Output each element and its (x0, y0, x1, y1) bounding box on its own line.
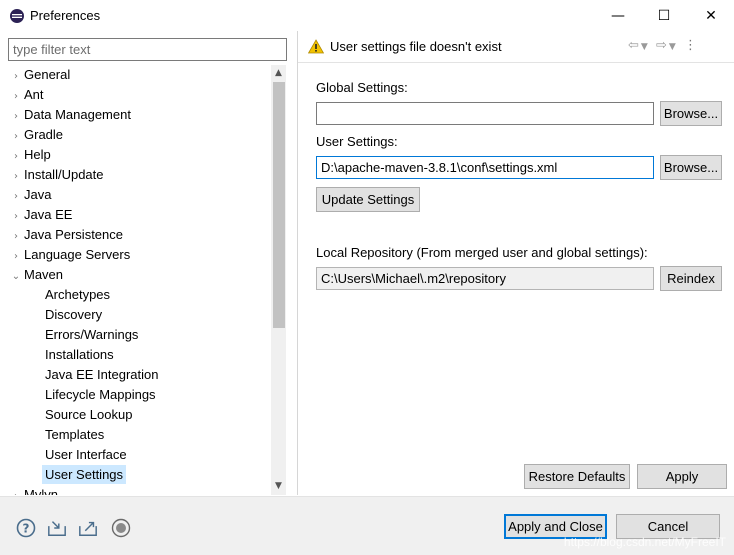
chevron-right-icon[interactable]: › (8, 167, 24, 187)
tree-item-java-ee-integration[interactable]: Java EE Integration (45, 365, 158, 385)
warning-icon (308, 39, 324, 54)
tree-item-maven[interactable]: ⌄ Maven (8, 265, 63, 285)
global-browse-button[interactable]: Browse... (660, 101, 722, 126)
chevron-down-icon[interactable]: ⌄ (8, 267, 24, 287)
tree-item-gradle[interactable]: › Gradle (8, 125, 63, 145)
preferences-tree: › General › Ant › Data Management › Gradle ›… (8, 65, 286, 495)
tree-item-user-settings[interactable]: User Settings (42, 465, 127, 485)
back-menu-chevron-icon[interactable]: ▼ (641, 42, 650, 52)
tree-item-discovery[interactable]: Discovery (45, 305, 102, 325)
global-settings-input[interactable] (316, 102, 654, 125)
tree-item-source-lookup[interactable]: Source Lookup (45, 405, 132, 425)
chevron-right-icon[interactable]: › (8, 187, 24, 207)
tree-item-general[interactable]: › General (8, 65, 70, 85)
tree-item-help[interactable]: › Help (8, 145, 51, 165)
dialog-button-bar: ? Apply and Close Cancel https://blog.cs… (0, 496, 734, 555)
chevron-right-icon[interactable]: › (8, 247, 24, 267)
chevron-right-icon[interactable]: › (8, 87, 24, 107)
user-settings-label: User Settings: (316, 134, 398, 149)
update-settings-button[interactable]: Update Settings (316, 187, 420, 212)
forward-menu-chevron-icon[interactable]: ▼ (669, 42, 678, 52)
back-arrow-icon[interactable]: ⇦ (628, 38, 641, 53)
tree-item-language-servers[interactable]: › Language Servers (8, 245, 130, 265)
export-preferences-icon[interactable] (78, 518, 98, 538)
maximize-button[interactable]: ☐ (641, 0, 687, 31)
local-repository-field: C:\Users\Michael\.m2\repository (316, 267, 654, 290)
view-menu-icon[interactable]: ⋮ (684, 38, 699, 53)
tree-item-templates[interactable]: Templates (45, 425, 104, 445)
tree-item-install-update[interactable]: › Install/Update (8, 165, 104, 185)
eclipse-app-icon (10, 9, 24, 23)
close-button[interactable]: ✕ (688, 0, 734, 31)
chevron-right-icon[interactable]: › (8, 207, 24, 227)
tree-item-java-ee[interactable]: › Java EE (8, 205, 72, 225)
svg-text:?: ? (23, 522, 30, 536)
page-navigation: ⇦▼ ⇨▼ ⋮ (628, 38, 699, 53)
tree-item-installations[interactable]: Installations (45, 345, 114, 365)
tree-item-mylyn[interactable]: ›Mylyn (8, 485, 58, 495)
scroll-down-arrow-icon[interactable]: ▼ (271, 478, 286, 495)
page-header: User settings file doesn't exist ⇦▼ ⇨▼ ⋮ (298, 31, 734, 61)
tree-item-archetypes[interactable]: Archetypes (45, 285, 110, 305)
user-settings-input[interactable]: D:\apache-maven-3.8.1\conf\settings.xml (316, 156, 654, 179)
tree-item-lifecycle-mappings[interactable]: Lifecycle Mappings (45, 385, 156, 405)
forward-arrow-icon[interactable]: ⇨ (656, 38, 669, 53)
chevron-right-icon[interactable]: › (8, 67, 24, 87)
apply-button[interactable]: Apply (637, 464, 727, 489)
page-title: User settings file doesn't exist (330, 39, 502, 54)
record-icon[interactable] (111, 518, 131, 538)
chevron-right-icon[interactable]: › (8, 487, 24, 495)
minimize-button[interactable]: — (595, 0, 641, 31)
tree-item-errors-warnings[interactable]: Errors/Warnings (45, 325, 138, 345)
tree-scrollbar-thumb[interactable] (273, 82, 285, 328)
user-browse-button[interactable]: Browse... (660, 155, 722, 180)
window-title: Preferences (30, 8, 101, 23)
reindex-button[interactable]: Reindex (660, 266, 722, 291)
chevron-right-icon[interactable]: › (8, 107, 24, 127)
tree-item-data-management[interactable]: › Data Management (8, 105, 131, 125)
watermark-text: https://blog.csdn.net/MyFreeIT (563, 535, 726, 549)
help-icon[interactable]: ? (16, 518, 36, 538)
title-bar: Preferences — ☐ ✕ (0, 0, 734, 31)
restore-defaults-button[interactable]: Restore Defaults (524, 464, 630, 489)
import-preferences-icon[interactable] (47, 518, 67, 538)
tree-item-user-interface[interactable]: User Interface (45, 445, 127, 465)
chevron-right-icon[interactable]: › (8, 127, 24, 147)
header-separator (298, 62, 734, 63)
filter-input[interactable]: type filter text (8, 38, 287, 61)
chevron-right-icon[interactable]: › (8, 147, 24, 167)
panel-divider[interactable] (297, 31, 298, 495)
chevron-right-icon[interactable]: › (8, 227, 24, 247)
scroll-up-arrow-icon[interactable]: ▲ (271, 65, 286, 82)
tree-item-java-persistence[interactable]: › Java Persistence (8, 225, 123, 245)
tree-item-ant[interactable]: › Ant (8, 85, 44, 105)
tree-item-java[interactable]: › Java (8, 185, 51, 205)
local-repository-label: Local Repository (From merged user and g… (316, 245, 648, 260)
global-settings-label: Global Settings: (316, 80, 408, 95)
